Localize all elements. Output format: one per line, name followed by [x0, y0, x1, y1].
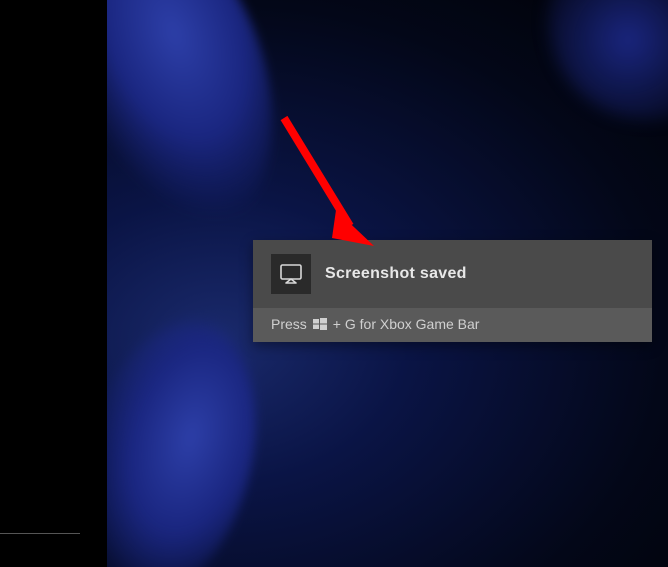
screenshot-saved-notification[interactable]: Screenshot saved Press + G for Xbox Game…: [253, 240, 652, 342]
hint-suffix: + G for Xbox Game Bar: [333, 316, 480, 332]
side-panel-divider: [0, 533, 80, 534]
notification-icon-box: [271, 254, 311, 294]
screenshot-icon: [280, 264, 302, 284]
hint-prefix: Press: [271, 316, 307, 332]
notification-hint: Press + G for Xbox Game Bar: [253, 308, 652, 342]
side-panel: [0, 0, 107, 567]
windows-key-icon: [313, 317, 327, 331]
wallpaper-shape: [548, 0, 668, 120]
notification-title: Screenshot saved: [325, 265, 467, 283]
wallpaper-shape: [107, 303, 284, 567]
notification-header: Screenshot saved: [253, 240, 652, 308]
wallpaper-shape: [107, 0, 312, 253]
